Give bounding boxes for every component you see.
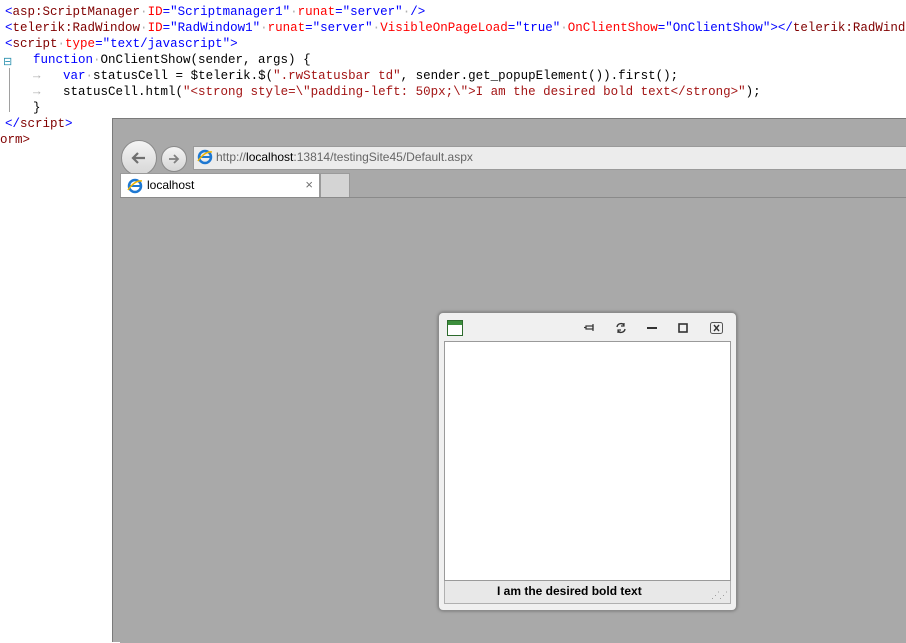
code-line-3: <script·type="text/javascript"> xyxy=(5,37,238,51)
code-line-4: function·OnClientShow(sender, args) { xyxy=(33,53,311,67)
new-tab-button[interactable] xyxy=(320,173,350,197)
code-token: asp:ScriptManager xyxy=(12,5,141,19)
code-token: "Scriptmanager1" xyxy=(170,5,291,19)
code-token: type xyxy=(65,37,96,51)
code-token: "true" xyxy=(515,21,561,35)
code-token: OnClientShow(sender, args) { xyxy=(100,53,311,67)
back-arrow-icon xyxy=(131,152,145,164)
forward-button[interactable] xyxy=(161,146,187,172)
back-button[interactable] xyxy=(121,140,157,176)
tab-bar: localhost × xyxy=(113,173,906,198)
code-line-1: <asp:ScriptManager·ID="Scriptmanager1"·r… xyxy=(5,5,426,19)
resize-grip-icon[interactable]: ⋰⋰ xyxy=(711,590,728,601)
code-token: , sender.get_popupElement()).first(); xyxy=(400,69,679,83)
code-line-2: <telerik:RadWindow·ID="RadWindow1"·runat… xyxy=(5,20,906,36)
code-token: statusCell.html( xyxy=(63,85,184,99)
code-token: telerik:RadWindow xyxy=(792,21,906,35)
code-token: /> xyxy=(410,5,426,19)
code-token: statusCell = $telerik.$( xyxy=(93,69,274,83)
code-token: function xyxy=(33,53,94,67)
ie-logo-icon xyxy=(197,149,213,165)
code-line-8: </script> xyxy=(5,117,73,131)
code-line-5: → var·statusCell = $telerik.$(".rwStatus… xyxy=(33,69,679,83)
address-url: http://localhost:13814/testingSite45/Def… xyxy=(216,150,473,164)
status-text: I am the desired bold text xyxy=(497,584,642,598)
code-token: "server" xyxy=(342,5,403,19)
code-line-9: orm> xyxy=(0,132,30,148)
code-token: runat xyxy=(267,21,306,35)
code-token: "server" xyxy=(312,21,373,35)
pin-icon[interactable] xyxy=(583,321,597,335)
code-token: runat xyxy=(297,5,336,19)
code-token: VisibleOnPageLoad xyxy=(380,21,508,35)
reload-icon[interactable] xyxy=(614,321,628,335)
forward-arrow-icon xyxy=(169,154,180,164)
address-bar[interactable]: http://localhost:13814/testingSite45/Def… xyxy=(193,146,906,170)
code-token: script xyxy=(12,37,58,51)
close-icon[interactable] xyxy=(709,321,723,335)
code-token: ID xyxy=(147,5,163,19)
url-prefix: http:// xyxy=(216,150,247,164)
radwindow: I am the desired bold text ⋰⋰ xyxy=(438,312,737,611)
code-token: "<strong style=\"padding-left: 50px;\">I… xyxy=(183,85,746,99)
code-token: script xyxy=(20,117,66,131)
collapse-icon[interactable]: ⊟ xyxy=(3,55,13,69)
code-token: ".rwStatusbar td" xyxy=(273,69,401,83)
tab-title: localhost xyxy=(147,178,195,192)
code-token: } xyxy=(33,101,41,115)
outline-guide xyxy=(9,68,10,112)
ie-logo-icon xyxy=(127,178,143,194)
maximize-icon[interactable] xyxy=(676,321,690,335)
radwindow-statusbar: I am the desired bold text ⋰⋰ xyxy=(444,581,731,604)
code-token: "OnClientShow" xyxy=(665,21,771,35)
close-tab-icon[interactable]: × xyxy=(305,177,313,192)
code-token: var xyxy=(63,69,86,83)
code-token: ); xyxy=(745,85,761,99)
url-suffix: :13814/testingSite45/Default.aspx xyxy=(293,150,473,164)
code-token: "RadWindow1" xyxy=(170,21,261,35)
code-token: "text/javascript" xyxy=(102,37,231,51)
url-host: localhost xyxy=(246,150,294,164)
code-token: OnClientShow xyxy=(567,21,658,35)
code-token: ID xyxy=(147,21,163,35)
tab-localhost[interactable]: localhost × xyxy=(120,173,320,198)
code-token: telerik:RadWindow xyxy=(12,21,141,35)
radwindow-content xyxy=(444,341,731,581)
window-icon xyxy=(447,320,463,336)
minimize-icon[interactable] xyxy=(645,321,659,335)
code-line-7: } xyxy=(33,100,41,116)
code-line-6: → statusCell.html("<strong style=\"paddi… xyxy=(33,85,761,99)
code-token: orm> xyxy=(0,133,31,147)
